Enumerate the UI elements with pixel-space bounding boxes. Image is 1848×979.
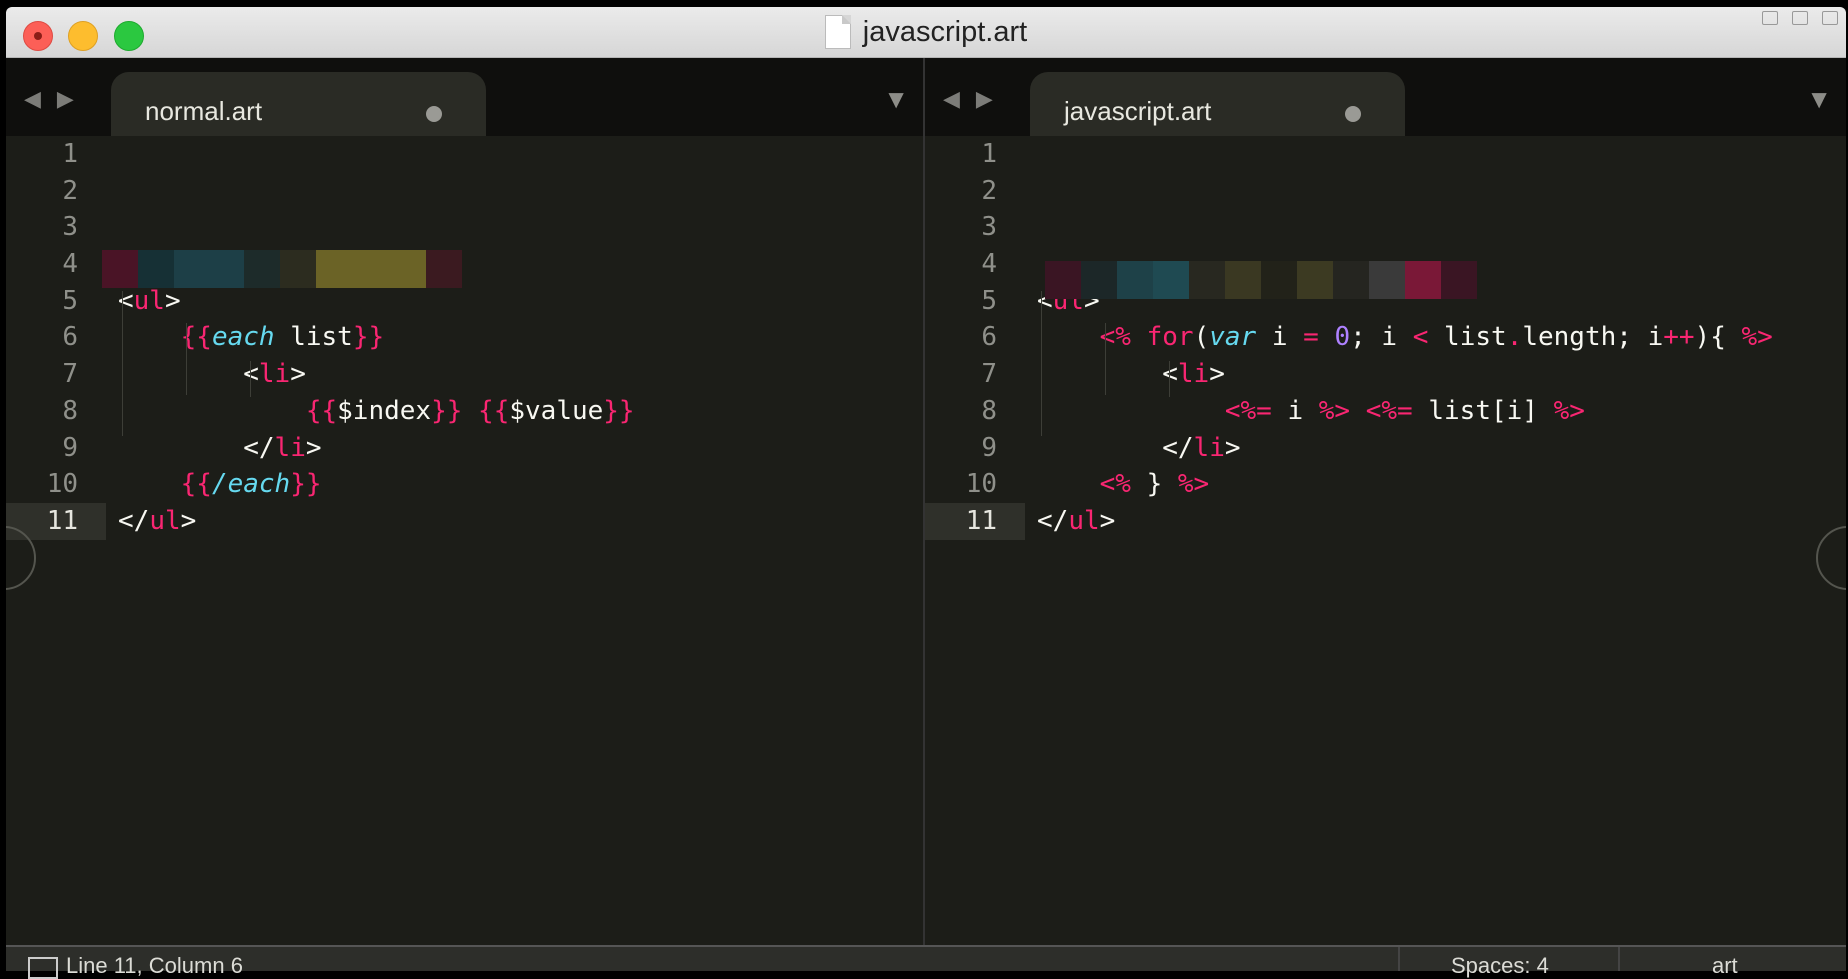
indent-guide — [250, 361, 251, 397]
cursor-position: Line 11, Column 6 — [66, 953, 243, 978]
line-number: 8 — [62, 395, 78, 426]
titlebar-icons — [1762, 11, 1838, 25]
line-text[interactable] — [997, 209, 1037, 246]
indent-guide — [122, 291, 123, 436]
code-editor[interactable]: 1 2 3 4 5 <ul> 6 {{each list}} 7 <li> 8 {{$index… — [6, 136, 923, 945]
line-number: 7 — [981, 359, 997, 390]
indent-guide — [1105, 323, 1106, 395]
line-number: 2 — [981, 175, 997, 206]
line-text[interactable]: </ul> — [1025, 503, 1115, 540]
line-text[interactable]: </li> — [997, 430, 1240, 467]
code-line[interactable]: 7 <li> — [925, 356, 1846, 393]
line-number: 5 — [981, 285, 997, 316]
pixelated-blur — [102, 250, 462, 320]
right-editor-pane: ◀ ▶ javascript.art ▼ 1 2 3 4 5 <ul> 6 <% for(v… — [925, 58, 1846, 945]
line-number: 11 — [925, 502, 1025, 540]
line-number: 10 — [965, 469, 997, 500]
line-number: 6 — [62, 322, 78, 353]
indent-guide — [1169, 361, 1170, 397]
window-title-text: javascript.art — [862, 15, 1028, 48]
line-text[interactable] — [997, 173, 1037, 210]
status-separator — [1618, 947, 1620, 971]
nav-back-icon[interactable]: ◀ — [943, 86, 960, 112]
code-line[interactable]: 1 — [6, 136, 923, 173]
code-line[interactable]: 11 </ul> — [925, 502, 1846, 540]
pixelated-blur — [1045, 261, 1485, 331]
window-controls-icon[interactable] — [1822, 11, 1838, 25]
code-line[interactable]: 8 {{$index}} {{$value}} — [6, 393, 923, 430]
right-nav-arrows: ◀ ▶ — [943, 86, 993, 112]
code-line[interactable]: 7 <li> — [6, 356, 923, 393]
left-nav-arrows: ◀ ▶ — [24, 86, 74, 112]
code-line[interactable]: 2 — [6, 173, 923, 210]
code-line[interactable]: 10 <% } %> — [925, 466, 1846, 503]
left-editor-pane: ◀ ▶ normal.art ▼ 1 2 3 4 5 <ul> 6 {{each list}… — [6, 58, 925, 945]
code-line[interactable]: 3 — [925, 209, 1846, 246]
line-number: 9 — [62, 432, 78, 463]
tab-dropdown-icon[interactable]: ▼ — [883, 84, 909, 115]
code-line[interactable]: 1 — [925, 136, 1846, 173]
line-text[interactable]: {{$index}} {{$value}} — [78, 393, 635, 430]
line-number: 4 — [62, 249, 78, 280]
tab-normal-art[interactable]: normal.art — [111, 72, 486, 136]
nav-forward-icon[interactable]: ▶ — [57, 86, 74, 112]
code-line[interactable]: 6 {{each list}} — [6, 319, 923, 356]
line-number: 10 — [46, 469, 78, 500]
code-line[interactable]: 9 </li> — [6, 430, 923, 467]
line-number: 5 — [62, 285, 78, 316]
status-separator — [1398, 947, 1400, 971]
window-title: javascript.art — [6, 7, 1846, 57]
line-number: 2 — [62, 175, 78, 206]
code-line[interactable]: 9 </li> — [925, 430, 1846, 467]
line-number: 7 — [62, 359, 78, 390]
unsaved-dot-icon[interactable] — [426, 106, 442, 122]
line-text[interactable] — [78, 136, 118, 173]
code-line[interactable]: 3 — [6, 209, 923, 246]
left-tabbar: ◀ ▶ normal.art ▼ — [6, 58, 923, 136]
code-editor[interactable]: 1 2 3 4 5 <ul> 6 <% for(var i = 0; i < list.le… — [925, 136, 1846, 945]
line-number: 9 — [981, 432, 997, 463]
status-bar: Line 11, Column 6 Spaces: 4 art — [6, 945, 1846, 979]
right-tabbar: ◀ ▶ javascript.art ▼ — [925, 58, 1846, 136]
code-line[interactable]: 11 </ul> — [6, 502, 923, 540]
line-text[interactable]: </li> — [78, 430, 321, 467]
tab-label: normal.art — [145, 96, 263, 126]
window-titlebar: javascript.art — [6, 7, 1846, 58]
line-text[interactable] — [997, 136, 1037, 173]
code-line[interactable]: 2 — [925, 173, 1846, 210]
line-number: 1 — [981, 139, 997, 169]
line-number: 4 — [981, 249, 997, 280]
line-text[interactable]: {{each list}} — [78, 319, 385, 356]
tab-dropdown-icon[interactable]: ▼ — [1806, 84, 1832, 115]
line-number: 3 — [981, 212, 997, 243]
line-text[interactable] — [997, 246, 1037, 283]
indent-guide — [186, 323, 187, 395]
nav-back-icon[interactable]: ◀ — [24, 86, 41, 112]
line-text[interactable]: <li> — [997, 356, 1225, 393]
line-text[interactable]: {{/each}} — [78, 466, 322, 503]
line-text[interactable] — [78, 173, 118, 210]
code-line[interactable]: 8 <%= i %> <%= list[i] %> — [925, 393, 1846, 430]
line-text[interactable]: <% } %> — [997, 466, 1210, 503]
tab-javascript-art[interactable]: javascript.art — [1030, 72, 1405, 136]
clipboard-icon[interactable] — [1792, 11, 1808, 25]
panel-toggle-icon[interactable] — [28, 957, 58, 979]
chat-icon[interactable] — [1762, 11, 1778, 25]
line-number: 3 — [62, 212, 78, 243]
tab-label: javascript.art — [1064, 96, 1212, 126]
unsaved-dot-icon[interactable] — [1345, 106, 1361, 122]
line-text[interactable]: <%= i %> <%= list[i] %> — [997, 393, 1585, 430]
indent-guide — [1041, 291, 1042, 436]
line-text[interactable] — [78, 209, 118, 246]
line-number: 1 — [62, 139, 78, 169]
line-text[interactable]: <li> — [78, 356, 306, 393]
line-number: 8 — [981, 395, 997, 426]
indentation-setting[interactable]: Spaces: 4 — [1451, 955, 1549, 977]
code-line[interactable]: 10 {{/each}} — [6, 466, 923, 503]
syntax-mode[interactable]: art — [1712, 955, 1738, 977]
line-number: 6 — [981, 322, 997, 353]
line-text[interactable]: </ul> — [106, 503, 196, 540]
nav-forward-icon[interactable]: ▶ — [976, 86, 993, 112]
document-icon — [824, 15, 851, 49]
